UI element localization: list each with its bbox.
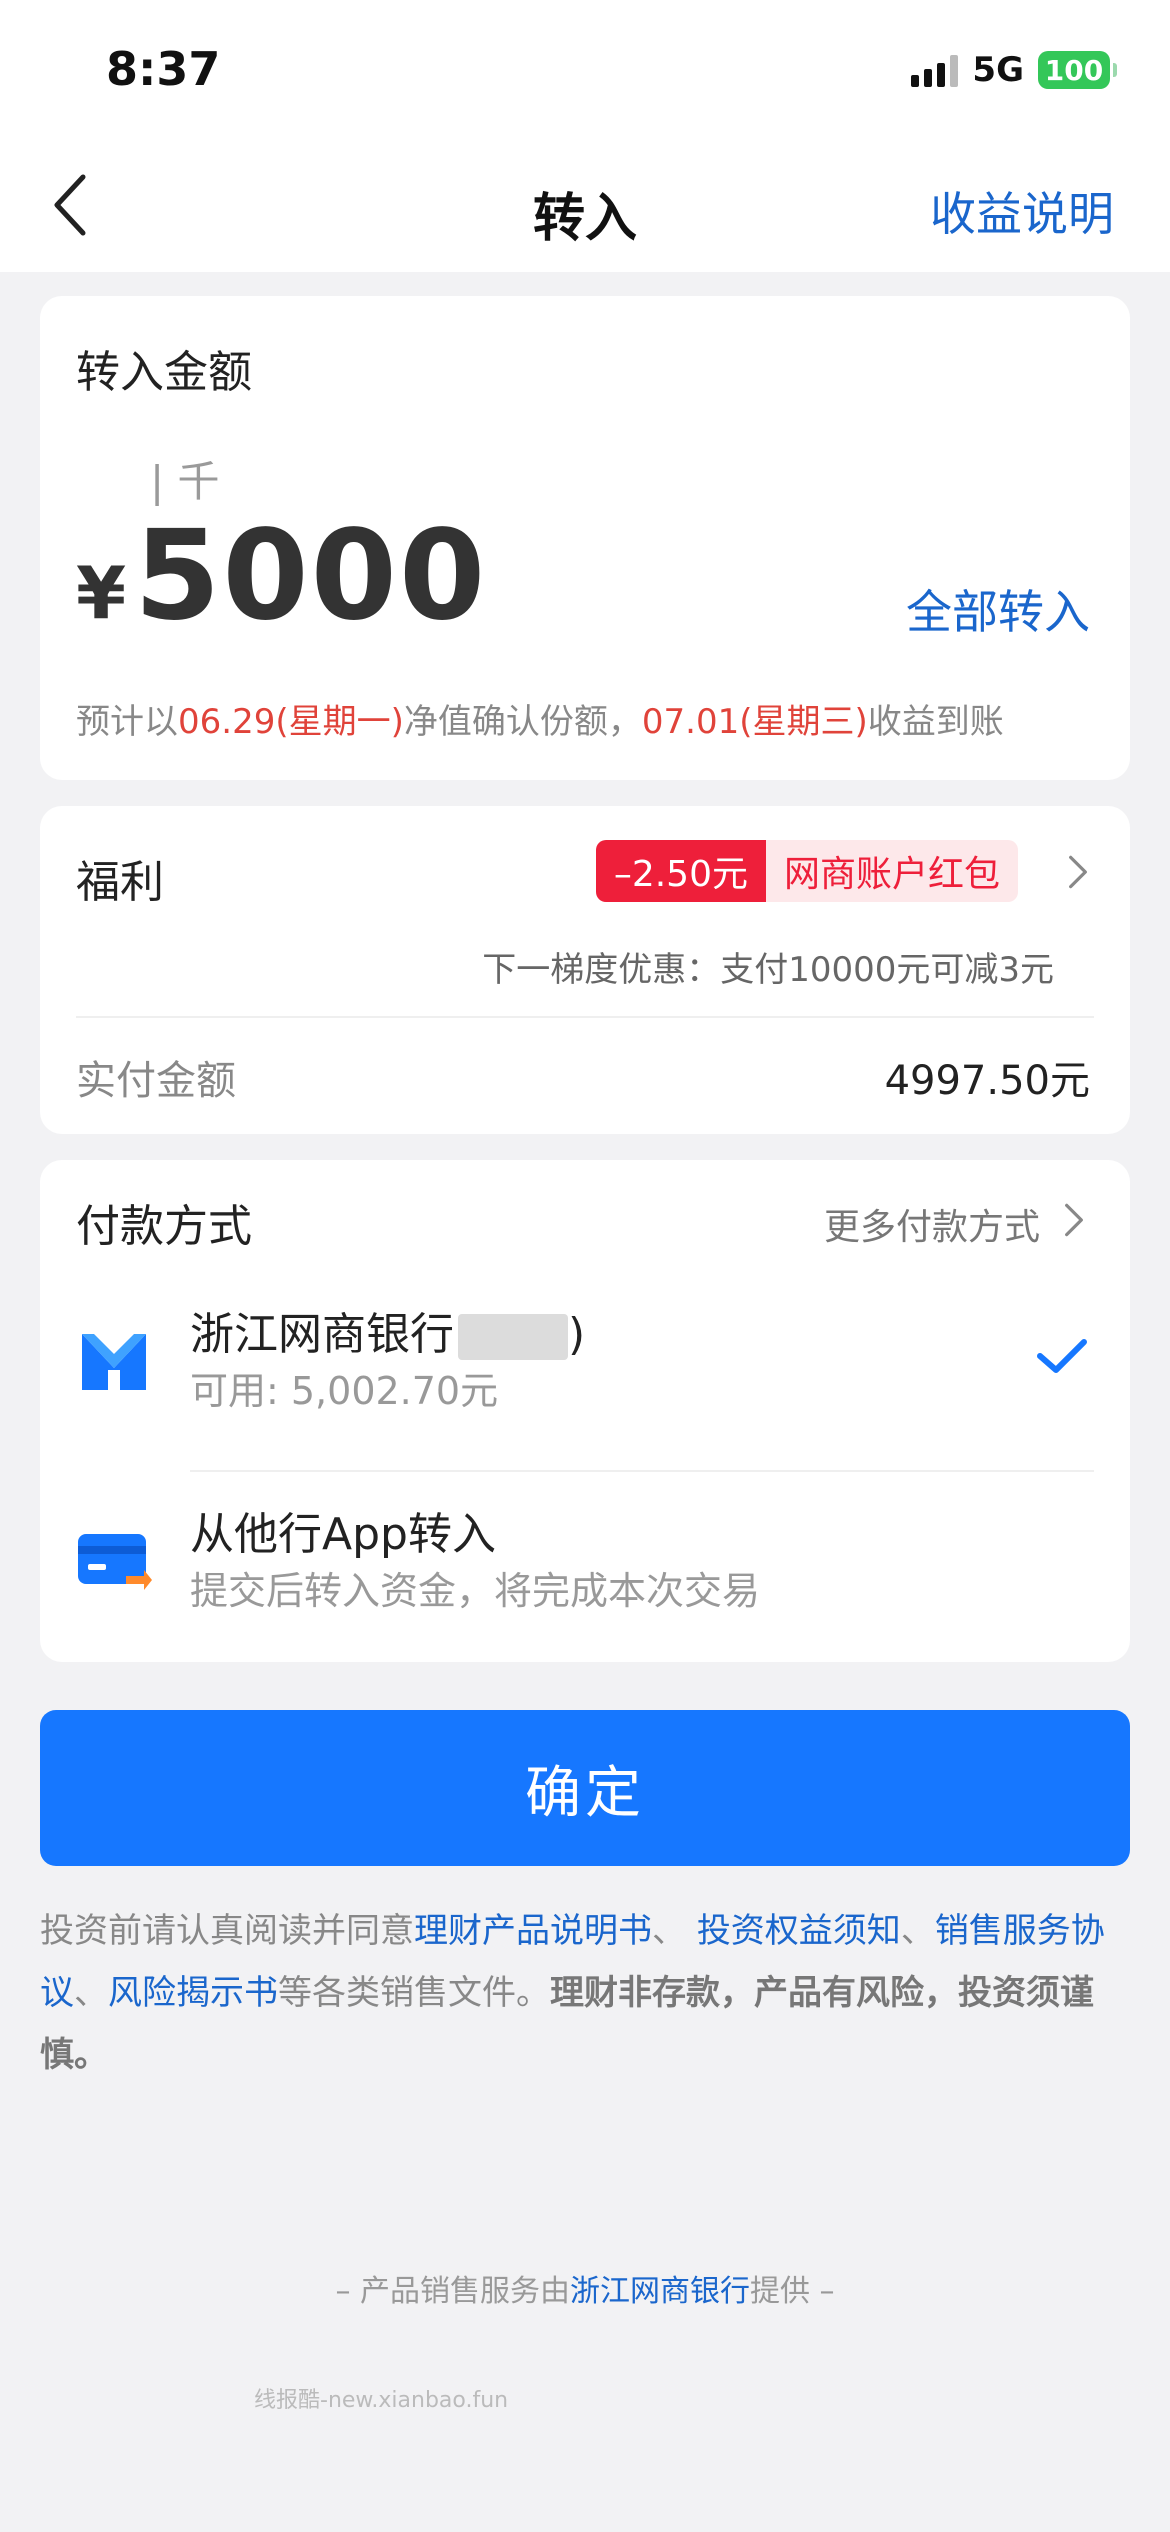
transfer-all-button[interactable]: 全部转入 <box>906 576 1090 642</box>
network-type: 5G <box>972 50 1024 90</box>
risk-disclosure-link[interactable]: 风险揭示书 <box>108 1973 278 2013</box>
separator: 、 <box>74 1973 108 2013</box>
payment-option-name: 浙江网商银行) <box>190 1298 585 1362</box>
earnings-date: 07.01(星期三) <box>641 702 868 742</box>
status-indicators: 5G 100 <box>911 50 1117 90</box>
benefit-label: 福利 <box>76 857 164 908</box>
account-suffix: ) <box>568 1309 586 1360</box>
agreement-text: 投资前请认真阅读并同意理财产品说明书、 投资权益须知、销售服务协议、风险揭示书等… <box>40 1900 1130 2086</box>
next-tier-offer: 下一梯度优惠：支付10000元可减3元 <box>482 950 1054 990</box>
bank-name: 浙江网商银行 <box>190 1309 454 1360</box>
available-balance: 可用: 5,002.70元 <box>190 1369 499 1413</box>
benefit-card: 福利 –2.50元 网商账户红包 下一梯度优惠：支付10000元可减3元 实付金… <box>40 806 1130 1134</box>
product-manual-link[interactable]: 理财产品说明书 <box>414 1911 652 1951</box>
amount-input[interactable]: ¥ 5000 <box>76 504 487 648</box>
confirm-button[interactable]: 确定 <box>40 1710 1130 1866</box>
checkmark-icon <box>1034 1334 1090 1378</box>
service-provider-note: – 产品销售服务由浙江网商银行提供 – <box>0 2266 1170 2310</box>
paid-amount-label: 实付金额 <box>76 1058 236 1104</box>
masked-account-number <box>458 1314 568 1360</box>
amount-card: 转入金额 | 千 ¥ 5000 全部转入 预计以06.29(星期一)净值确认份额… <box>40 296 1130 780</box>
amount-unit-hint: | 千 <box>150 457 220 506</box>
footer-text: 提供 – <box>750 2274 835 2309</box>
divider <box>76 1016 1094 1018</box>
agreement-prefix: 投资前请认真阅读并同意 <box>40 1911 414 1951</box>
currency-symbol: ¥ <box>76 551 127 635</box>
earnings-info-link[interactable]: 收益说明 <box>930 178 1114 244</box>
more-payment-methods-link[interactable]: 更多付款方式 <box>824 1198 1040 1250</box>
separator: 、 <box>652 1911 697 1951</box>
discount-name: 网商账户红包 <box>765 840 1018 902</box>
top-bar: 8:37 5G 100 转入 收益说明 <box>0 0 1170 272</box>
payment-method-title: 付款方式 <box>76 1201 252 1252</box>
agreement-suffix: 等各类销售文件。 <box>278 1973 550 2013</box>
payment-method-card: 付款方式 更多付款方式 浙江网商银行) 可用: 5,002.70元 从他行App… <box>40 1160 1130 1662</box>
payment-option-mybank[interactable]: 浙江网商银行) 可用: 5,002.70元 <box>40 1270 1130 1450</box>
paid-amount-value: 4997.50元 <box>884 1058 1090 1104</box>
back-button[interactable] <box>46 170 96 240</box>
estimate-text: 预计以 <box>76 702 178 742</box>
discount-badge[interactable]: –2.50元 网商账户红包 <box>595 840 1018 902</box>
amount-value: 5000 <box>134 504 488 648</box>
watermark: 线报酷-new.xianbao.fun <box>254 2388 509 2413</box>
battery-level: 100 <box>1044 53 1104 87</box>
confirm-date: 06.29(星期一) <box>178 702 404 742</box>
footer-text: – 产品销售服务由 <box>335 2274 570 2309</box>
provider-bank-link[interactable]: 浙江网商银行 <box>570 2274 750 2309</box>
chevron-right-icon[interactable] <box>1066 852 1090 892</box>
bank-card-transfer-icon <box>74 1520 154 1600</box>
amount-label: 转入金额 <box>76 347 252 398</box>
chevron-left-icon <box>54 174 86 236</box>
chevron-right-icon[interactable] <box>1062 1200 1086 1240</box>
payment-option-description: 提交后转入资金，将完成本次交易 <box>190 1569 761 1613</box>
signal-icon <box>911 53 959 87</box>
estimate-note: 预计以06.29(星期一)净值确认份额，07.01(星期三)收益到账 <box>76 694 1004 743</box>
discount-amount: –2.50元 <box>595 840 766 902</box>
payment-option-name: 从他行App转入 <box>190 1509 496 1560</box>
estimate-text: 收益到账 <box>867 702 1004 742</box>
estimate-text: 净值确认份额， <box>403 702 642 742</box>
mybank-logo-icon <box>74 1320 154 1400</box>
payment-option-other-bank[interactable]: 从他行App转入 提交后转入资金，将完成本次交易 <box>40 1470 1130 1650</box>
investment-rights-link[interactable]: 投资权益须知 <box>697 1911 901 1951</box>
separator: 、 <box>900 1911 935 1951</box>
status-time: 8:37 <box>106 42 221 96</box>
battery-icon: 100 <box>1038 51 1117 89</box>
